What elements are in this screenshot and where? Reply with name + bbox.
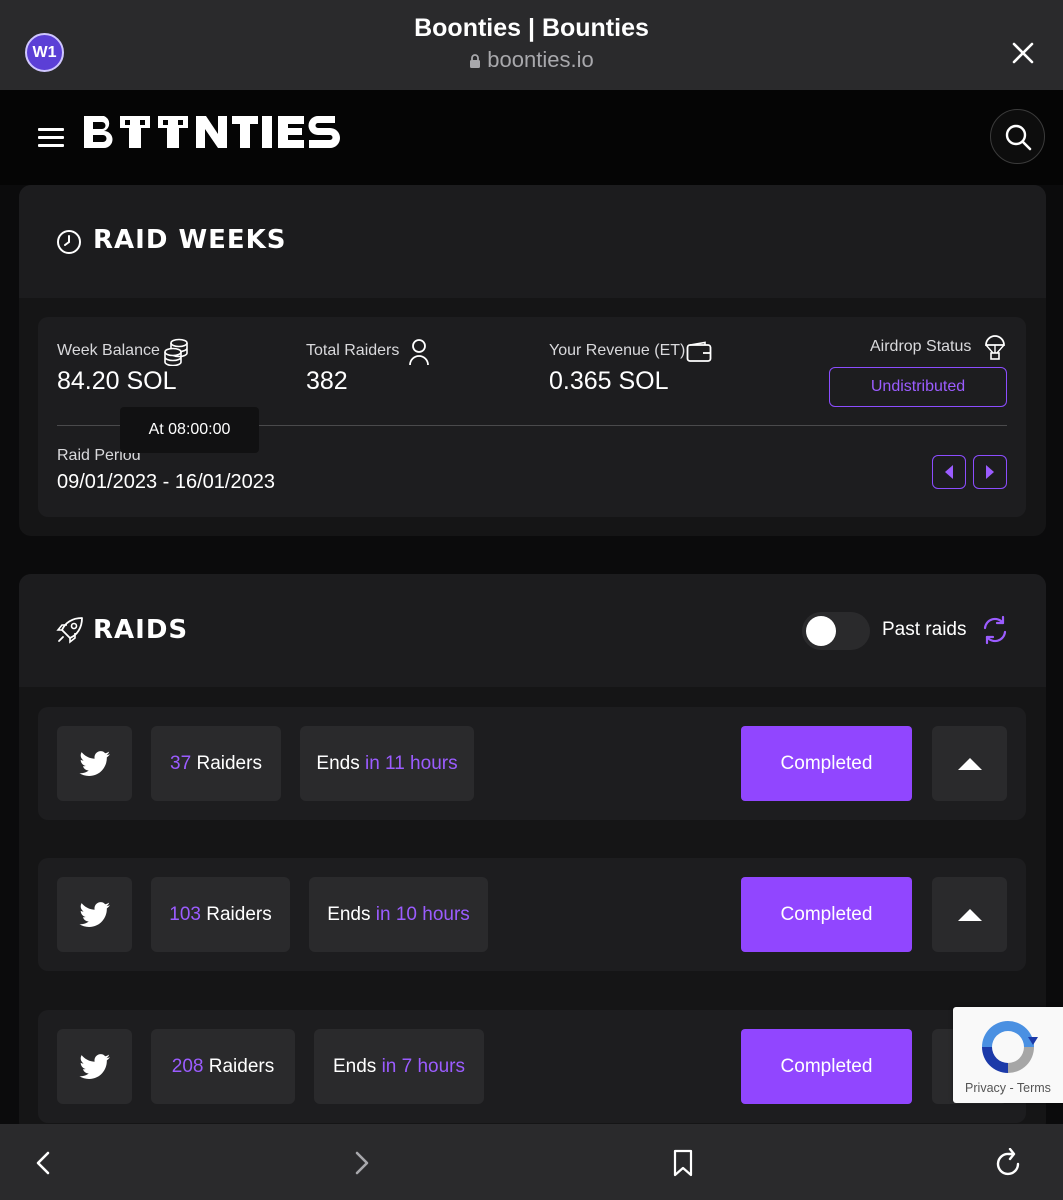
total-raiders-value: 382 — [306, 367, 348, 395]
ends-in-chip: Ends in 7 hours — [314, 1029, 484, 1104]
ends-in-value: in 11 hours — [364, 752, 458, 774]
completed-button[interactable]: Completed — [741, 877, 912, 952]
twitter-button[interactable] — [57, 726, 132, 801]
reload-icon — [996, 1148, 1020, 1176]
revenue-label: Your Revenue (ET) — [549, 342, 686, 359]
page-title: Boonties | Bounties — [414, 14, 649, 42]
raids-title: RAIDS — [93, 615, 189, 645]
raiders-label: Raiders — [208, 1055, 275, 1077]
browser-bottom-toolbar — [0, 1124, 1063, 1200]
week-balance-value: 84.20 SOL — [57, 367, 177, 395]
airdrop-status-button[interactable]: Undistributed — [829, 367, 1007, 407]
raid-weeks-title: RAID WEEKS — [93, 225, 287, 255]
airdrop-status-label: Airdrop Status — [870, 338, 972, 355]
wallet-icon — [686, 341, 712, 368]
week-balance-label: Week Balance — [57, 342, 160, 359]
bookmark-icon — [673, 1149, 693, 1177]
completed-button[interactable]: Completed — [741, 1029, 912, 1104]
refresh-icon[interactable] — [981, 615, 1009, 650]
search-button[interactable] — [990, 109, 1045, 164]
collapse-button[interactable] — [932, 877, 1007, 952]
raiders-count: 208 — [171, 1055, 204, 1077]
url-text: boonties.io — [487, 47, 594, 72]
recaptcha-icon — [982, 1021, 1038, 1073]
search-icon — [1005, 124, 1031, 150]
twitter-icon — [78, 750, 110, 776]
next-week-button[interactable] — [973, 455, 1007, 489]
raiders-count: 37 — [170, 752, 192, 774]
raiders-label: Raiders — [196, 752, 262, 774]
previous-week-button[interactable] — [932, 455, 966, 489]
ends-in-chip: Ends in 11 hours — [300, 726, 474, 801]
ends-in-value: in 10 hours — [375, 903, 470, 925]
raid-row: 37 Raiders Ends in 11 hours Completed — [38, 707, 1026, 820]
toggle-knob — [806, 616, 836, 646]
total-raiders-label: Total Raiders — [306, 342, 400, 359]
site-header — [0, 90, 1063, 185]
raids-header: RAIDS Past raids — [19, 574, 1046, 687]
logo[interactable] — [82, 114, 364, 159]
rocket-icon — [56, 616, 84, 649]
raiders-label: Raiders — [206, 903, 272, 925]
lock-icon — [469, 49, 481, 75]
completed-button[interactable]: Completed — [741, 726, 912, 801]
raiders-count: 103 — [169, 903, 201, 925]
user-icon — [408, 338, 430, 371]
collapse-button[interactable] — [932, 726, 1007, 801]
past-raids-label: Past raids — [882, 619, 967, 640]
ends-in-chip: Ends in 10 hours — [309, 877, 488, 952]
raid-weeks-panel: RAID WEEKS Week Balance 84.20 SOL Total … — [19, 185, 1046, 536]
twitter-icon — [78, 901, 110, 927]
recaptcha-links[interactable]: Privacy - Terms — [953, 1081, 1063, 1095]
close-icon[interactable] — [1005, 35, 1041, 71]
recaptcha-badge[interactable]: Privacy - Terms — [953, 1007, 1063, 1103]
raiders-count-chip: 208 Raiders — [151, 1029, 295, 1104]
twitter-button[interactable] — [57, 877, 132, 952]
ends-label: Ends — [332, 1055, 377, 1077]
browser-top-bar: W1 Boonties | Bounties boonties.io — [0, 0, 1063, 90]
revenue-value: 0.365 SOL — [549, 367, 669, 395]
arrow-left-icon — [945, 465, 953, 479]
ends-in-value: in 7 hours — [381, 1055, 466, 1077]
time-tooltip: At 08:00:00 — [120, 407, 259, 453]
ends-label: Ends — [327, 903, 371, 925]
parachute-icon — [984, 335, 1006, 366]
twitter-button[interactable] — [57, 1029, 132, 1104]
menu-icon[interactable] — [38, 128, 64, 148]
raiders-count-chip: 37 Raiders — [151, 726, 281, 801]
raid-row: 208 Raiders Ends in 7 hours Completed — [38, 1010, 1026, 1123]
arrow-right-icon — [986, 465, 994, 479]
logo-mark — [84, 116, 340, 148]
forward-button[interactable] — [347, 1148, 377, 1178]
reload-button[interactable] — [994, 1148, 1024, 1178]
raid-weeks-header: RAID WEEKS — [19, 185, 1046, 298]
caret-up-icon — [957, 757, 982, 770]
clock-icon — [56, 229, 82, 260]
address-bar[interactable]: boonties.io — [0, 47, 1063, 75]
twitter-icon — [78, 1053, 110, 1079]
ends-label: Ends — [316, 752, 360, 774]
raid-row: 103 Raiders Ends in 10 hours Completed — [38, 858, 1026, 971]
chevron-left-icon — [36, 1151, 50, 1175]
back-button[interactable] — [28, 1148, 58, 1178]
raiders-count-chip: 103 Raiders — [151, 877, 290, 952]
raid-period-value: 09/01/2023 - 16/01/2023 — [57, 471, 275, 493]
chevron-right-icon — [355, 1151, 369, 1175]
past-raids-toggle[interactable] — [802, 612, 870, 650]
caret-up-icon — [957, 908, 982, 921]
raids-panel: RAIDS Past raids 37 Raiders Ends in 11 h… — [19, 574, 1046, 1134]
week-summary-card: Week Balance 84.20 SOL Total Raiders 382… — [38, 317, 1026, 517]
bookmark-button[interactable] — [668, 1148, 698, 1178]
